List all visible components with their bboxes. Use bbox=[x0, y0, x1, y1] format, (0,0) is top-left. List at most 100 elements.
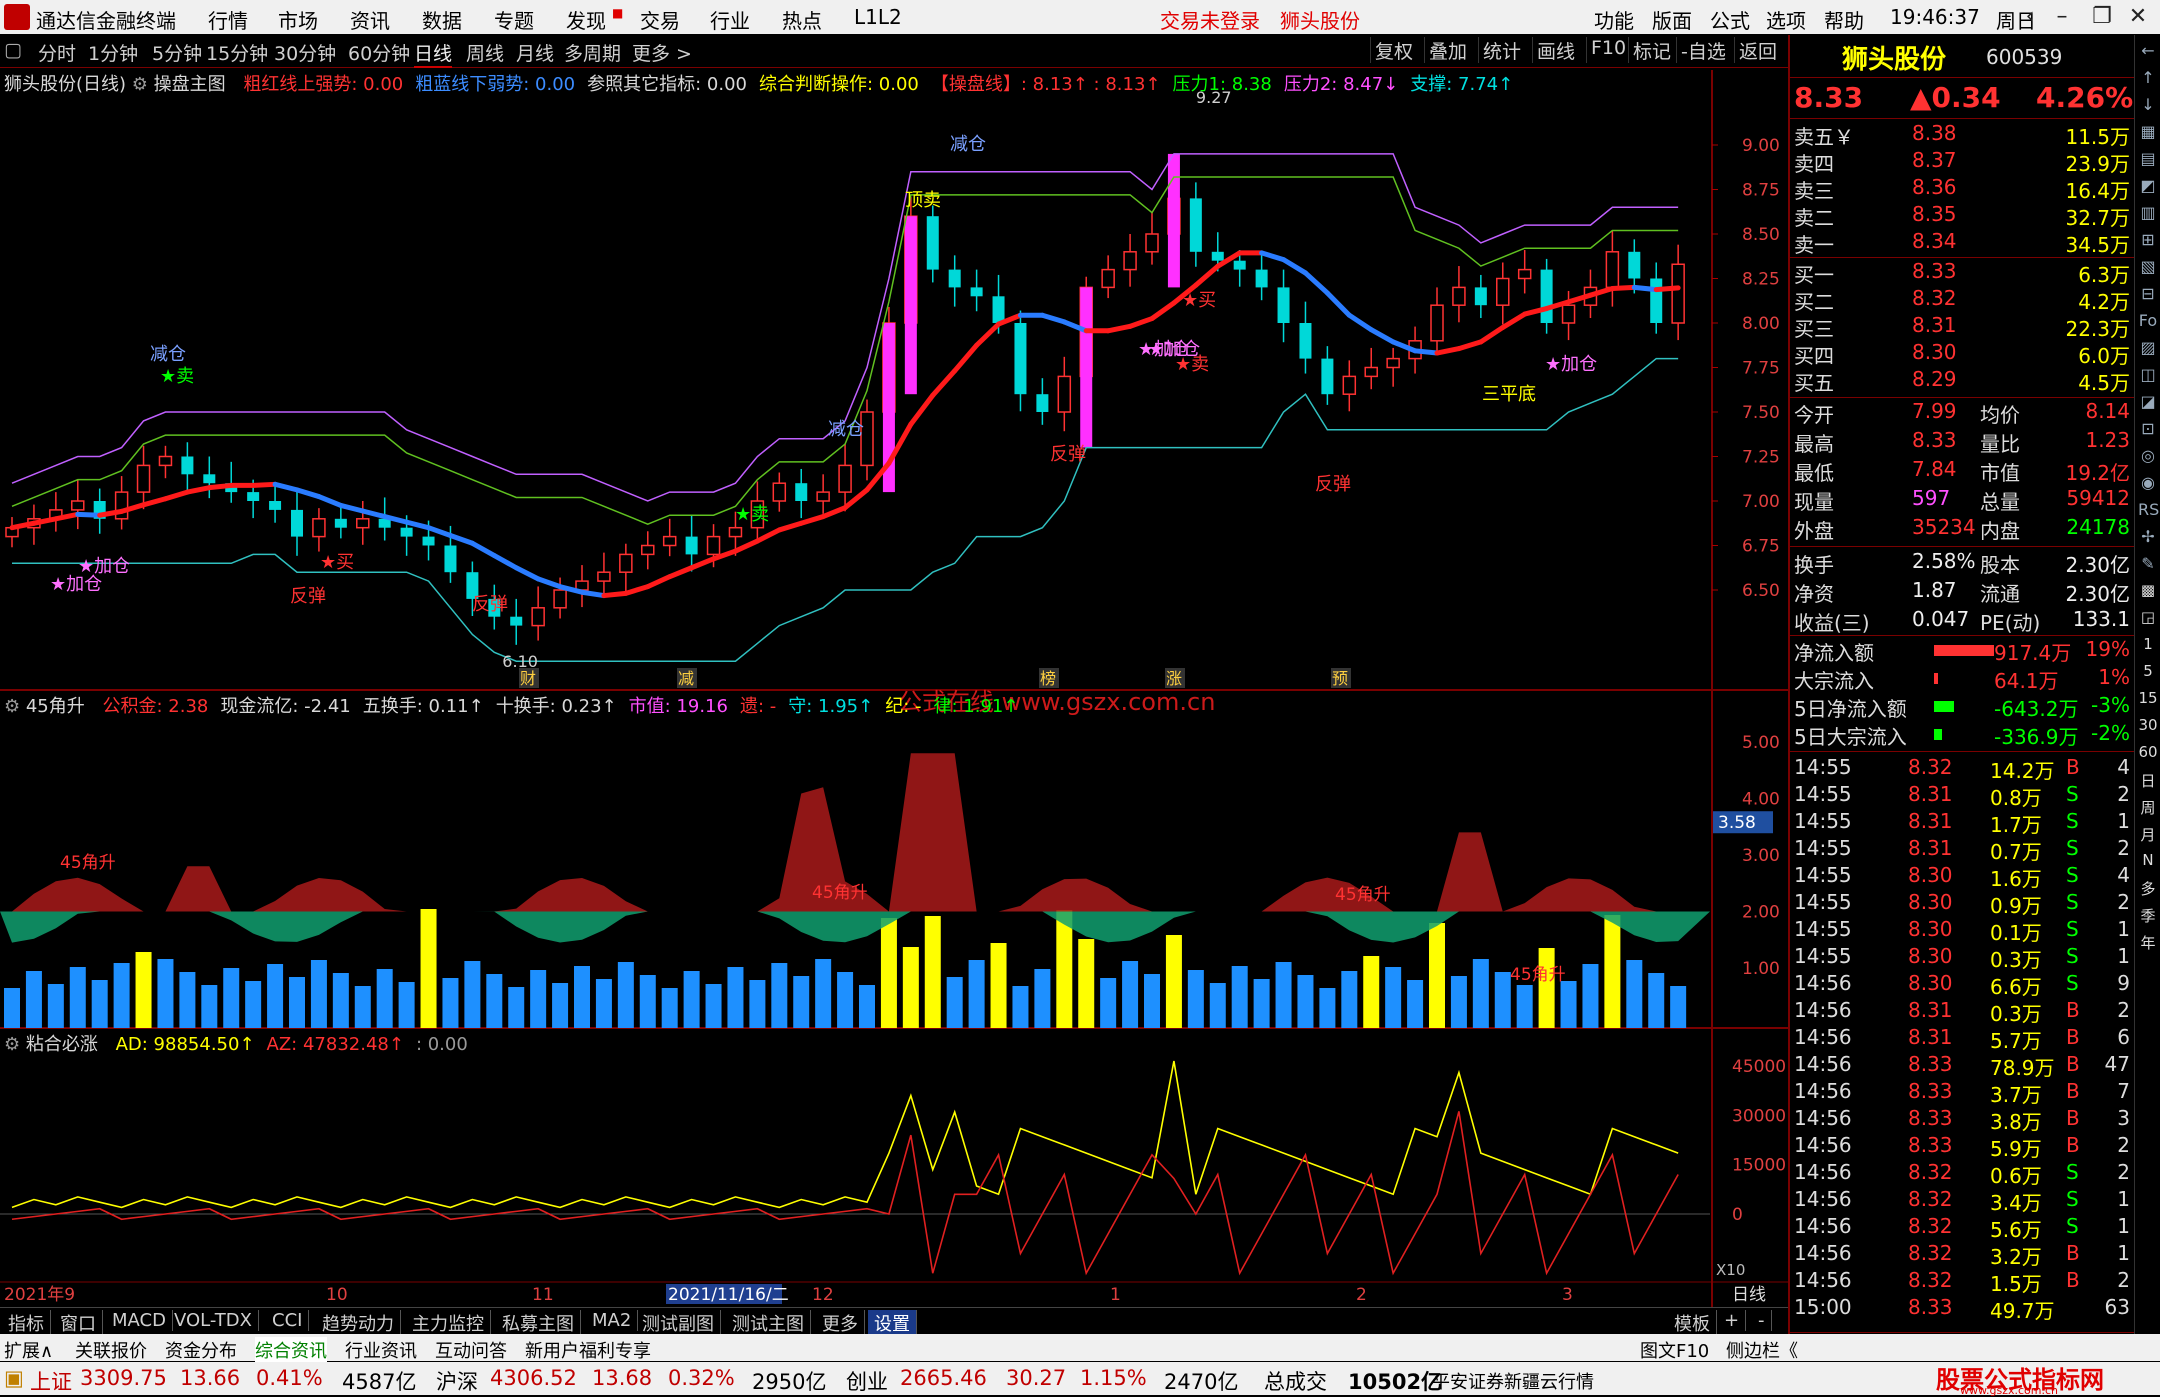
menu-item-function[interactable]: 功能 bbox=[1594, 5, 1634, 34]
news-item-0[interactable]: 扩展∧ bbox=[4, 1337, 53, 1363]
side-icon-7[interactable]: ⊞ bbox=[2138, 230, 2158, 250]
tab-right-1[interactable]: + bbox=[1718, 1310, 1747, 1331]
side-icon-27[interactable]: 日 bbox=[2138, 770, 2158, 790]
menu-item-hq[interactable]: 行情 bbox=[208, 5, 248, 34]
period-0[interactable]: 分时 bbox=[38, 39, 76, 66]
sidebar-toggle[interactable]: 侧边栏《 bbox=[1726, 1337, 1798, 1363]
side-icon-16[interactable]: ◉ bbox=[2138, 473, 2158, 493]
ind3-gear-icon[interactable]: ⚙ bbox=[4, 1034, 26, 1055]
tab-4[interactable]: CCI bbox=[266, 1310, 310, 1331]
restore-icon[interactable]: ❐ bbox=[2086, 4, 2118, 30]
tab-right-0[interactable]: 模板 bbox=[1668, 1310, 1717, 1336]
period-6[interactable]: 日线 bbox=[414, 39, 453, 68]
ind45-title[interactable]: 45角升 bbox=[26, 696, 85, 717]
menu-item-formula[interactable]: 公式 bbox=[1710, 5, 1750, 34]
side-icon-25[interactable]: 30 bbox=[2138, 716, 2158, 736]
menu-item-market[interactable]: 市场 bbox=[278, 5, 318, 34]
period-1[interactable]: 1分钟 bbox=[88, 39, 138, 66]
tool-2[interactable]: 统计 bbox=[1478, 37, 1525, 63]
ind3-title[interactable]: 粘合必涨 bbox=[26, 1034, 98, 1055]
news-item-5[interactable]: 互动问答 bbox=[435, 1337, 507, 1363]
tool-4[interactable]: F10 bbox=[1586, 37, 1630, 63]
menu-item-discover[interactable]: 发现 bbox=[566, 5, 606, 34]
side-icon-32[interactable]: 季 bbox=[2138, 905, 2158, 925]
side-icon-10[interactable]: Fo bbox=[2138, 311, 2158, 331]
tool-5[interactable]: 标记 bbox=[1628, 37, 1675, 63]
side-icon-31[interactable]: 多 bbox=[2138, 878, 2158, 898]
tab-right-2[interactable]: - bbox=[1752, 1310, 1772, 1331]
tab-7[interactable]: 私募主图 bbox=[496, 1310, 581, 1336]
news-item-2[interactable]: 资金分布 bbox=[165, 1337, 237, 1363]
side-icon-29[interactable]: 月 bbox=[2138, 824, 2158, 844]
side-icon-11[interactable]: ▨ bbox=[2138, 338, 2158, 358]
side-icon-5[interactable]: ◩ bbox=[2138, 176, 2158, 196]
tab-2[interactable]: MACD bbox=[106, 1310, 173, 1331]
tool-1[interactable]: 叠加 bbox=[1424, 37, 1471, 63]
tab-11[interactable]: 更多 bbox=[816, 1310, 865, 1336]
index-bar-icon[interactable]: ▣ bbox=[4, 1366, 24, 1390]
side-icon-14[interactable]: ⊡ bbox=[2138, 419, 2158, 439]
side-icon-22[interactable]: 1 bbox=[2138, 635, 2158, 655]
tool-0[interactable]: 复权 bbox=[1370, 37, 1417, 63]
tab-10[interactable]: 测试主图 bbox=[726, 1310, 811, 1336]
tool-7[interactable]: 返回 bbox=[1734, 37, 1781, 63]
tab-0[interactable]: 指标 bbox=[2, 1310, 51, 1336]
menu-item-data[interactable]: 数据 bbox=[422, 5, 462, 34]
side-icon-17[interactable]: RSI bbox=[2138, 500, 2160, 520]
side-icon-33[interactable]: 年 bbox=[2138, 932, 2158, 952]
tab-9[interactable]: 测试副图 bbox=[636, 1310, 721, 1336]
side-icon-26[interactable]: 60 bbox=[2138, 743, 2158, 763]
close-icon[interactable]: ✕ bbox=[2122, 4, 2154, 30]
side-icon-24[interactable]: 15 bbox=[2138, 689, 2158, 709]
side-icon-3[interactable]: ▦ bbox=[2138, 122, 2158, 142]
side-icon-28[interactable]: 周 bbox=[2138, 797, 2158, 817]
index-sz-name[interactable]: 沪深 bbox=[436, 1366, 478, 1396]
menu-item-topic[interactable]: 专题 bbox=[494, 5, 534, 34]
side-icon-13[interactable]: ◪ bbox=[2138, 392, 2158, 412]
period-9[interactable]: 多周期 bbox=[564, 39, 621, 66]
f10-button[interactable]: 图文F10 bbox=[1640, 1337, 1709, 1363]
minimize-icon[interactable]: – bbox=[2046, 4, 2078, 30]
index-sh-name[interactable]: 上证 bbox=[30, 1366, 72, 1396]
tool-3[interactable]: 画线 bbox=[1532, 37, 1579, 63]
login-status[interactable]: 交易未登录 bbox=[1160, 5, 1260, 34]
side-icon-6[interactable]: ▥ bbox=[2138, 203, 2158, 223]
period-8[interactable]: 月线 bbox=[516, 39, 554, 66]
tool-6[interactable]: -自选 bbox=[1676, 37, 1730, 63]
period-3[interactable]: 15分钟 bbox=[206, 39, 268, 66]
period-2[interactable]: 5分钟 bbox=[152, 39, 202, 66]
chart-area[interactable]: 9.00 8.75 8.50 8.25 8.00 7.75 7.50 7.25 7.00 6.75… bbox=[0, 70, 1788, 1307]
side-icon-18[interactable]: ✢ bbox=[2138, 527, 2158, 547]
event-mark[interactable]: 涨 bbox=[1166, 669, 1182, 688]
side-icon-21[interactable]: ◲ bbox=[2138, 608, 2158, 628]
side-icon-23[interactable]: 5 bbox=[2138, 662, 2158, 682]
side-icon-9[interactable]: ⊟ bbox=[2138, 284, 2158, 304]
event-mark[interactable]: 预 bbox=[1332, 669, 1348, 688]
news-item-4[interactable]: 行业资讯 bbox=[345, 1337, 417, 1363]
event-mark[interactable]: 榜 bbox=[1040, 669, 1056, 688]
period-4[interactable]: 30分钟 bbox=[274, 39, 336, 66]
period-10[interactable]: 更多 > bbox=[632, 39, 692, 66]
side-icon-30[interactable]: N bbox=[2138, 851, 2158, 871]
menu-item-l1l2[interactable]: L1L2 bbox=[854, 5, 902, 29]
news-item-3[interactable]: 综合资讯 bbox=[255, 1337, 327, 1363]
period-5[interactable]: 60分钟 bbox=[348, 39, 410, 66]
tab-6[interactable]: 主力监控 bbox=[406, 1310, 491, 1336]
ind45-gear-icon[interactable]: ⚙ bbox=[4, 696, 26, 717]
menu-item-news[interactable]: 资讯 bbox=[350, 5, 390, 34]
tab-3[interactable]: VOL-TDX bbox=[168, 1310, 259, 1331]
tab-5[interactable]: 趋势动力 bbox=[316, 1310, 401, 1336]
menu-item-trade[interactable]: 交易 bbox=[640, 5, 680, 34]
side-icon-4[interactable]: ▤ bbox=[2138, 149, 2158, 169]
event-mark[interactable]: 财 bbox=[520, 669, 536, 688]
side-icon-15[interactable]: ◎ bbox=[2138, 446, 2158, 466]
side-icon-19[interactable]: ✎ bbox=[2138, 554, 2158, 574]
period-7[interactable]: 周线 bbox=[466, 39, 504, 66]
menu-item-help[interactable]: 帮助 bbox=[1824, 5, 1864, 34]
tab-12[interactable]: 设置 bbox=[868, 1310, 917, 1336]
news-item-1[interactable]: 关联报价 bbox=[75, 1337, 147, 1363]
tab-1[interactable]: 窗口 bbox=[54, 1310, 103, 1336]
menu-item-layout[interactable]: 版面 bbox=[1652, 5, 1692, 34]
menu-item-industry[interactable]: 行业 bbox=[710, 5, 750, 34]
news-item-6[interactable]: 新用户福利专享 bbox=[525, 1337, 651, 1363]
